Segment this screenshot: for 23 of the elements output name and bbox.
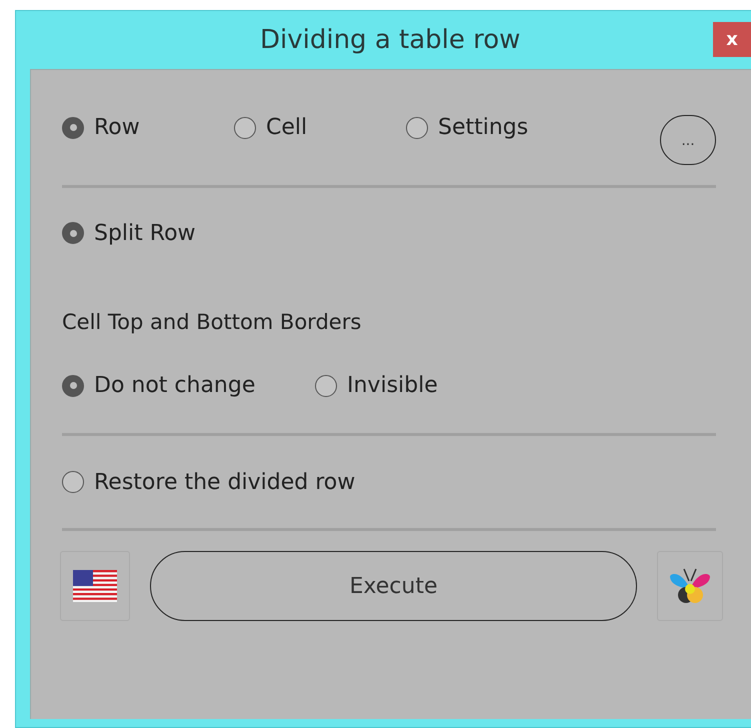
radio-button[interactable] xyxy=(62,471,84,493)
logo-button[interactable] xyxy=(657,551,723,621)
radio-button[interactable] xyxy=(62,222,84,244)
radio-label: Cell xyxy=(266,114,308,142)
radio-label: Invisible xyxy=(347,372,438,400)
section-label: Cell Top and Bottom Borders xyxy=(62,308,362,336)
language-button[interactable] xyxy=(60,551,130,621)
radio-label: Settings xyxy=(438,114,528,142)
radio-label: Restore the divided row xyxy=(94,468,356,496)
radio-button[interactable] xyxy=(62,374,84,396)
radio-label: Split Row xyxy=(94,220,196,248)
window-title: Dividing a table row xyxy=(260,24,520,56)
radio-button[interactable] xyxy=(406,116,428,138)
radio-label: Row xyxy=(94,114,140,142)
radio-label: Do not change xyxy=(94,372,256,400)
radio-button[interactable] xyxy=(62,116,84,138)
radio-button[interactable] xyxy=(315,374,337,396)
execute-button[interactable]: Execute xyxy=(150,551,638,621)
flag-icon xyxy=(72,570,117,602)
more-button[interactable]: ... xyxy=(660,115,716,165)
close-button[interactable]: x xyxy=(713,22,751,57)
radio-button[interactable] xyxy=(234,116,256,138)
butterfly-icon xyxy=(668,567,712,605)
